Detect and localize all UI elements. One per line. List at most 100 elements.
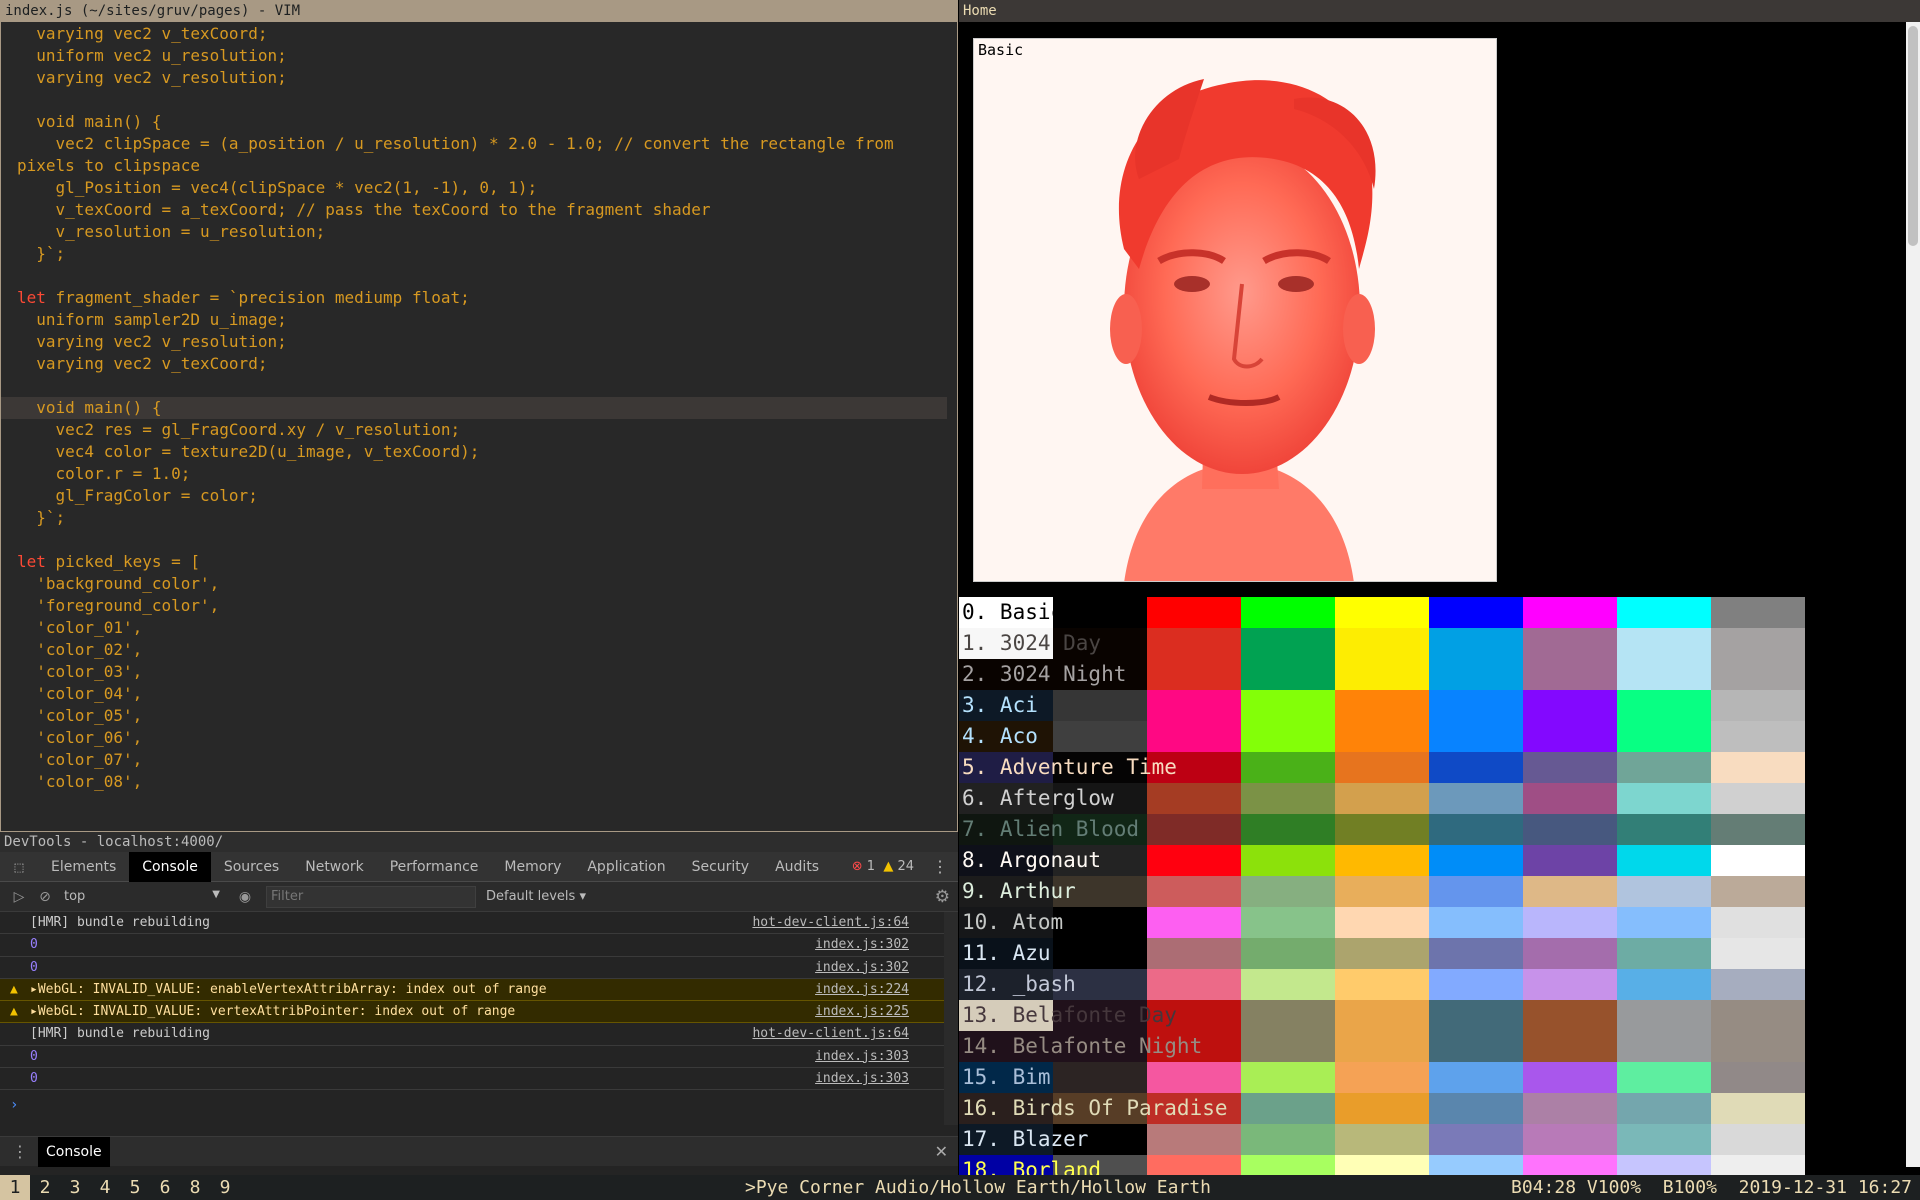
code-line[interactable]: varying vec2 v_resolution; [1, 67, 957, 89]
code-line[interactable]: 'color_04', [1, 683, 957, 705]
code-line[interactable]: let picked_keys = [ [1, 551, 957, 573]
code-line[interactable]: }`; [1, 243, 957, 265]
tab-console[interactable]: Console [129, 851, 211, 882]
code-line[interactable]: uniform vec2 u_resolution; [1, 45, 957, 67]
source-link[interactable]: hot-dev-client.js:64 [752, 1023, 909, 1045]
code-line[interactable] [1, 265, 957, 287]
theme-row[interactable]: 17. Blazer [959, 1124, 1899, 1155]
theme-row[interactable]: 15. Bim [959, 1062, 1899, 1093]
drawer-menu-icon[interactable]: ⋮ [12, 1137, 28, 1167]
tab-elements[interactable]: Elements [38, 852, 129, 882]
theme-row[interactable]: 13. Belafonte Day [959, 1000, 1899, 1031]
clear-console-icon[interactable]: ⊘ [32, 889, 58, 905]
code-line[interactable] [1, 529, 957, 551]
theme-row[interactable]: 2. 3024 Night [959, 659, 1899, 690]
tab-application[interactable]: Application [574, 852, 678, 882]
theme-row[interactable]: 11. Azu [959, 938, 1899, 969]
code-line[interactable]: v_texCoord = a_texCoord; // pass the tex… [1, 199, 957, 221]
code-line[interactable]: uniform sampler2D u_image; [1, 309, 957, 331]
eye-icon[interactable]: ◉ [232, 889, 258, 905]
console-message[interactable]: 0 index.js:303 [0, 1046, 944, 1069]
code-line[interactable]: gl_FragColor = color; [1, 485, 957, 507]
close-icon[interactable]: ✕ [935, 1137, 948, 1167]
workspace-6[interactable]: 6 [150, 1175, 180, 1200]
code-line[interactable]: 'color_06', [1, 727, 957, 749]
code-line[interactable]: 'foreground_color', [1, 595, 957, 617]
code-line[interactable]: pixels to clipspace [1, 155, 957, 177]
code-line[interactable]: 'color_02', [1, 639, 957, 661]
scrollbar-thumb[interactable] [1908, 26, 1918, 246]
console-message[interactable]: ▲ ▸WebGL: INVALID_VALUE: vertexAttribPoin… [0, 1001, 944, 1024]
code-line[interactable]: vec2 clipSpace = (a_position / u_resolut… [1, 133, 957, 155]
code-line[interactable]: gl_Position = vec4(clipSpace * vec2(1, -… [1, 177, 957, 199]
theme-row[interactable]: 9. Arthur [959, 876, 1899, 907]
source-link[interactable]: index.js:302 [815, 934, 909, 956]
code-line[interactable] [1, 89, 957, 111]
browser-window[interactable]: Home Basic 0. Basic 1. 3024 Day 2. 3024 … [959, 0, 1920, 1188]
source-link[interactable]: index.js:224 [815, 979, 909, 1001]
console-message[interactable]: [HMR] bundle rebuilding hot-dev-client.js… [0, 1023, 944, 1046]
source-link[interactable]: index.js:303 [815, 1046, 909, 1068]
code-line[interactable]: color.r = 1.0; [1, 463, 957, 485]
more-options-icon[interactable]: ⋮ [932, 852, 948, 882]
code-line[interactable]: vec4 color = texture2D(u_image, v_texCoo… [1, 441, 957, 463]
console-scrollbar[interactable] [944, 912, 958, 1125]
theme-row[interactable]: 12. _bash [959, 969, 1899, 1000]
theme-row[interactable]: 4. Aco [959, 721, 1899, 752]
inspect-element-icon[interactable]: ⬚ [0, 852, 38, 882]
theme-row[interactable]: 16. Birds Of Paradise [959, 1093, 1899, 1124]
page-scrollbar[interactable] [1906, 22, 1920, 1167]
theme-row[interactable]: 3. Aci [959, 690, 1899, 721]
code-line[interactable]: 'color_01', [1, 617, 957, 639]
theme-row[interactable]: 5. Adventure Time [959, 752, 1899, 783]
code-line[interactable]: }`; [1, 507, 957, 529]
console-log[interactable]: [HMR] bundle rebuilding hot-dev-client.js… [0, 912, 944, 1125]
console-message[interactable]: 0 index.js:303 [0, 1068, 944, 1091]
source-link[interactable]: index.js:303 [815, 1068, 909, 1090]
settings-gear-icon[interactable]: ⚙ [935, 882, 950, 912]
filter-input[interactable] [266, 885, 476, 908]
code-line[interactable]: 'color_08', [1, 771, 957, 793]
code-line[interactable]: let fragment_shader = `precision mediump… [1, 287, 957, 309]
tab-audits[interactable]: Audits [762, 852, 832, 882]
console-message[interactable]: [HMR] bundle rebuilding hot-dev-client.js… [0, 912, 944, 935]
theme-row[interactable]: 0. Basic [959, 597, 1899, 628]
theme-row[interactable]: 1. 3024 Day [959, 628, 1899, 659]
source-link[interactable]: index.js:225 [815, 1001, 909, 1023]
source-link[interactable]: hot-dev-client.js:64 [752, 912, 909, 934]
tab-security[interactable]: Security [679, 852, 763, 882]
console-message[interactable]: 0 index.js:302 [0, 957, 944, 979]
tab-performance[interactable]: Performance [377, 852, 492, 882]
drawer-tab-console[interactable]: Console [38, 1137, 110, 1167]
code-line[interactable]: v_resolution = u_resolution; [1, 221, 957, 243]
workspace-9[interactable]: 9 [210, 1175, 240, 1200]
tab-network[interactable]: Network [292, 852, 376, 882]
code-line[interactable]: varying vec2 v_resolution; [1, 331, 957, 353]
theme-row[interactable]: 14. Belafonte Night [959, 1031, 1899, 1062]
tab-memory[interactable]: Memory [491, 852, 574, 882]
code-line[interactable]: varying vec2 v_texCoord; [1, 353, 957, 375]
theme-row[interactable]: 6. Afterglow [959, 783, 1899, 814]
theme-row[interactable]: 8. Argonaut [959, 845, 1899, 876]
sidebar-toggle-icon[interactable]: ▷ [6, 889, 32, 905]
issue-counts[interactable]: ⊗ 1 ▲ 24 [852, 852, 914, 882]
workspace-2[interactable]: 2 [30, 1175, 60, 1200]
code-line[interactable]: 'color_03', [1, 661, 957, 683]
source-link[interactable]: index.js:302 [815, 957, 909, 979]
workspace-4[interactable]: 4 [90, 1175, 120, 1200]
code-line[interactable]: 'color_07', [1, 749, 957, 771]
workspace-3[interactable]: 3 [60, 1175, 90, 1200]
theme-row[interactable]: 7. Alien Blood [959, 814, 1899, 845]
vim-window[interactable]: index.js (~/sites/gruv/pages) - VIM vary… [0, 0, 958, 832]
workspace-8[interactable]: 8 [180, 1175, 210, 1200]
code-line[interactable]: varying vec2 v_texCoord; [1, 23, 957, 45]
code-line[interactable]: void main() { [1, 397, 947, 419]
console-message[interactable]: ▲ ▸WebGL: INVALID_VALUE: enableVertexAttr… [0, 978, 944, 1002]
devtools-panel[interactable]: DevTools - localhost:4000/ ⬚ Elements Con… [0, 832, 958, 1188]
log-levels-select[interactable]: Default levels ▾ [486, 889, 586, 904]
code-editor[interactable]: varying vec2 v_texCoord; uniform vec2 u_… [1, 22, 957, 793]
console-prompt-icon[interactable]: › [10, 1097, 18, 1113]
workspace-5[interactable]: 5 [120, 1175, 150, 1200]
code-line[interactable] [1, 375, 957, 397]
context-select[interactable]: top ▼ [64, 889, 224, 904]
